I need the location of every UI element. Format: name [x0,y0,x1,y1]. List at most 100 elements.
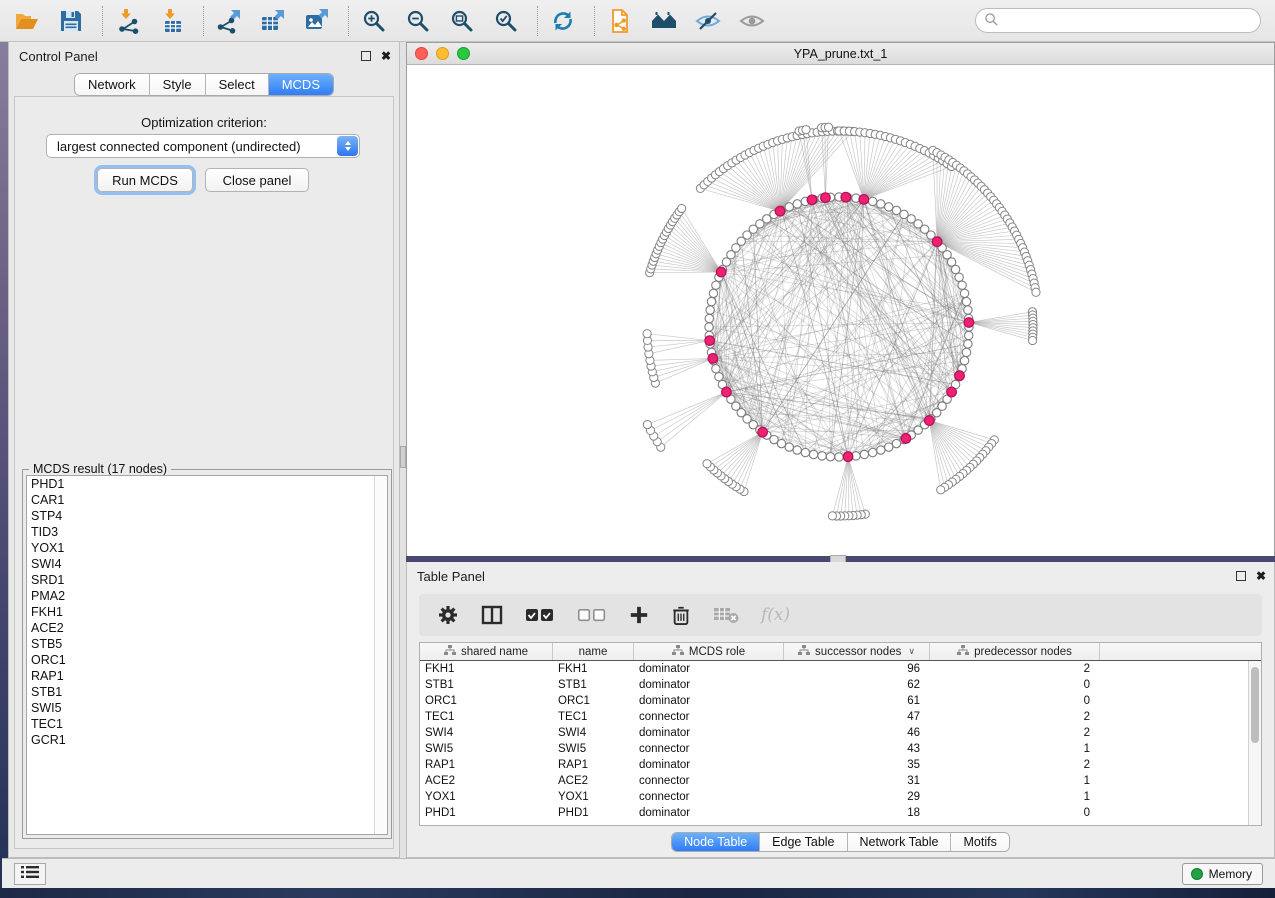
network-node[interactable] [785,443,793,451]
network-node[interactable] [885,443,893,451]
criterion-dropdown[interactable]: largest connected component (undirected) [46,134,360,158]
column-header-predecessor-nodes[interactable]: predecessor nodes [930,643,1100,660]
network-node[interactable] [712,281,720,289]
table-scrollbar[interactable] [1248,661,1261,825]
mcds-result-item[interactable]: YOX1 [27,540,387,556]
refresh-layout-icon[interactable] [548,6,578,36]
network-node[interactable] [835,453,843,461]
mcds-node[interactable] [758,427,768,437]
float-table-panel-icon[interactable] [1236,571,1246,581]
run-mcds-button[interactable]: Run MCDS [97,168,193,192]
tab-select[interactable]: Select [206,74,269,95]
search-field[interactable] [975,8,1261,33]
network-node[interactable] [793,200,801,208]
mcds-node[interactable] [841,192,851,202]
mcds-list-scrollbar[interactable] [374,476,387,834]
network-node[interactable] [892,439,900,447]
network-titlebar[interactable]: YPA_prune.txt_1 [407,43,1274,65]
leaf-node[interactable] [1032,288,1040,296]
tab-network[interactable]: Network [75,74,150,95]
mcds-node[interactable] [716,267,726,277]
column-header-name[interactable]: name [553,643,634,660]
mcds-node[interactable] [955,371,965,381]
network-node[interactable] [960,356,968,364]
mcds-node[interactable] [964,318,974,328]
network-node[interactable] [868,197,876,205]
mcds-result-item[interactable]: PHD1 [27,476,387,492]
export-image-icon[interactable] [302,6,332,36]
mcds-result-item[interactable]: STB1 [27,684,387,700]
mcds-result-item[interactable]: STB5 [27,636,387,652]
mcds-result-item[interactable]: TEC1 [27,716,387,732]
show-columns-icon[interactable] [481,600,503,630]
mcds-node[interactable] [859,195,869,205]
leaf-node[interactable] [1028,336,1036,344]
import-network-icon[interactable] [113,6,143,36]
add-column-icon[interactable] [629,600,649,630]
close-panel-button[interactable]: Close panel [205,168,309,192]
mcds-result-item[interactable]: ACE2 [27,620,387,636]
zoom-in-icon[interactable] [359,6,389,36]
table-row[interactable]: PHD1PHD1dominator180 [420,805,1261,821]
export-table-icon[interactable] [258,6,288,36]
tab-node-table[interactable]: Node Table [672,833,760,851]
mcds-result-item[interactable]: TID3 [27,524,387,540]
mcds-node[interactable] [705,336,715,346]
table-row[interactable]: ORC1ORC1dominator610 [420,693,1261,709]
mcds-node[interactable] [775,206,785,216]
table-row[interactable]: TEC1TEC1connector472 [420,709,1261,725]
mcds-node[interactable] [901,434,911,444]
duplicate-network-icon[interactable] [605,6,635,36]
network-node[interactable] [860,450,868,458]
mcds-node[interactable] [932,237,942,247]
task-history-button[interactable] [14,863,46,885]
export-network-icon[interactable] [214,6,244,36]
network-node[interactable] [955,273,963,281]
network-node[interactable] [962,297,970,305]
leaf-node[interactable] [802,126,810,134]
zoom-selected-icon[interactable] [491,6,521,36]
float-panel-icon[interactable] [361,51,371,61]
table-row[interactable]: SWI4SWI4dominator462 [420,725,1261,741]
mcds-result-item[interactable]: FKH1 [27,604,387,620]
mcds-result-list[interactable]: PHD1CAR1STP4TID3YOX1SWI4SRD1PMA2FKH1ACE2… [26,475,388,835]
network-node[interactable] [801,448,809,456]
network-node[interactable] [705,323,713,331]
table-row[interactable]: ACE2ACE2connector311 [420,773,1261,789]
mcds-node[interactable] [807,195,817,205]
network-node[interactable] [809,450,817,458]
tab-edge-table[interactable]: Edge Table [760,833,847,851]
tab-motifs[interactable]: Motifs [951,833,1008,851]
network-node[interactable] [962,348,970,356]
network-node[interactable] [877,446,885,454]
network-node[interactable] [965,331,973,339]
save-icon[interactable] [56,6,86,36]
leaf-node[interactable] [643,421,651,429]
table-row[interactable]: SWI5SWI5connector431 [420,741,1261,757]
network-node[interactable] [715,373,723,381]
mcds-node[interactable] [722,387,732,397]
close-table-panel-icon[interactable]: ✖ [1256,571,1266,581]
table-row[interactable]: STB1STB1dominator620 [420,677,1261,693]
zoom-out-icon[interactable] [403,6,433,36]
search-input[interactable] [999,11,1260,31]
hide-selected-icon[interactable] [693,6,723,36]
show-all-icon[interactable] [737,6,767,36]
network-node[interactable] [885,203,893,211]
network-node[interactable] [785,203,793,211]
column-header-successor-nodes[interactable]: successor nodes∨ [784,643,930,660]
network-node[interactable] [960,289,968,297]
select-all-rows-icon[interactable] [525,600,555,630]
memory-button[interactable]: Memory [1182,863,1263,885]
network-node[interactable] [712,365,720,373]
import-table-icon[interactable] [157,6,187,36]
mcds-result-item[interactable]: PMA2 [27,588,387,604]
mcds-node[interactable] [947,387,957,397]
network-node[interactable] [706,306,714,314]
network-node[interactable] [705,314,713,322]
mcds-result-item[interactable]: STP4 [27,508,387,524]
tab-style[interactable]: Style [150,74,206,95]
mcds-node[interactable] [843,452,853,462]
table-row[interactable]: YOX1YOX1connector291 [420,789,1261,805]
mcds-node[interactable] [925,416,935,426]
